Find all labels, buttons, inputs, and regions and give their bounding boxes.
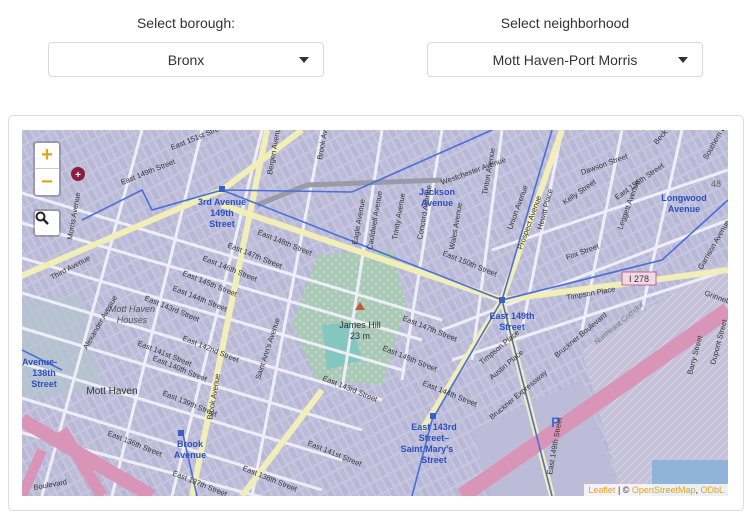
map-tiles: + I 278 48 P 3rd Avenue 149th Street Jac… [22,130,728,496]
svg-text:Avenue: Avenue [668,204,700,214]
svg-text:138th: 138th [32,368,56,378]
attribution-separator: | © [615,485,632,495]
search-icon [35,211,49,225]
svg-text:Street: Street [421,455,447,465]
svg-text:23 m: 23 m [350,331,370,341]
svg-text:James Hill: James Hill [339,320,381,330]
svg-text:Houses: Houses [117,315,148,325]
leaflet-link[interactable]: Leaflet [588,485,615,495]
neighborhood-select-value: Mott Haven-Port Morris [492,51,638,68]
svg-text:3rd Avenue: 3rd Avenue [198,197,246,207]
controls-row: Select borough: Bronx Select neighborhoo… [0,0,750,100]
svg-text:+: + [75,170,81,181]
svg-text:Street: Street [31,379,57,389]
borough-select-value: Bronx [167,51,205,68]
svg-text:Mott Haven: Mott Haven [109,304,155,314]
svg-text:Avenue: Avenue [174,450,206,460]
neighborhood-label: Select neighborhood [500,15,630,31]
osm-link[interactable]: OpenStreetMap [632,485,696,495]
svg-text:rd Avenue-: rd Avenue- [22,357,57,367]
svg-text:Brook: Brook [177,439,204,449]
neighborhood-select[interactable]: Mott Haven-Port Morris [427,42,703,77]
chevron-down-icon [678,57,688,63]
borough-select[interactable]: Bronx [48,42,324,77]
borough-label: Select borough: [136,15,236,31]
map-view[interactable]: + I 278 48 P 3rd Avenue 149th Street Jac… [22,130,728,496]
svg-text:48: 48 [711,179,721,189]
svg-text:I 278: I 278 [629,274,649,284]
odbl-link[interactable]: ODbL [700,485,724,495]
chevron-down-icon [299,57,309,63]
map-attribution: Leaflet | © OpenStreetMap, ODbL [584,484,728,496]
svg-text:Mott Haven: Mott Haven [86,386,137,397]
svg-text:Saint Mary's: Saint Mary's [401,444,454,454]
svg-text:149th: 149th [210,208,234,218]
svg-text:Street–: Street– [419,433,450,443]
svg-text:East 149th: East 149th [489,311,534,321]
svg-text:Longwood: Longwood [661,193,706,203]
search-button[interactable] [33,209,61,237]
zoom-control: + − [33,141,61,197]
svg-text:Street: Street [209,219,235,229]
svg-text:East 143rd: East 143rd [411,422,457,432]
zoom-out-button[interactable]: − [35,169,59,195]
zoom-in-button[interactable]: + [35,143,59,169]
